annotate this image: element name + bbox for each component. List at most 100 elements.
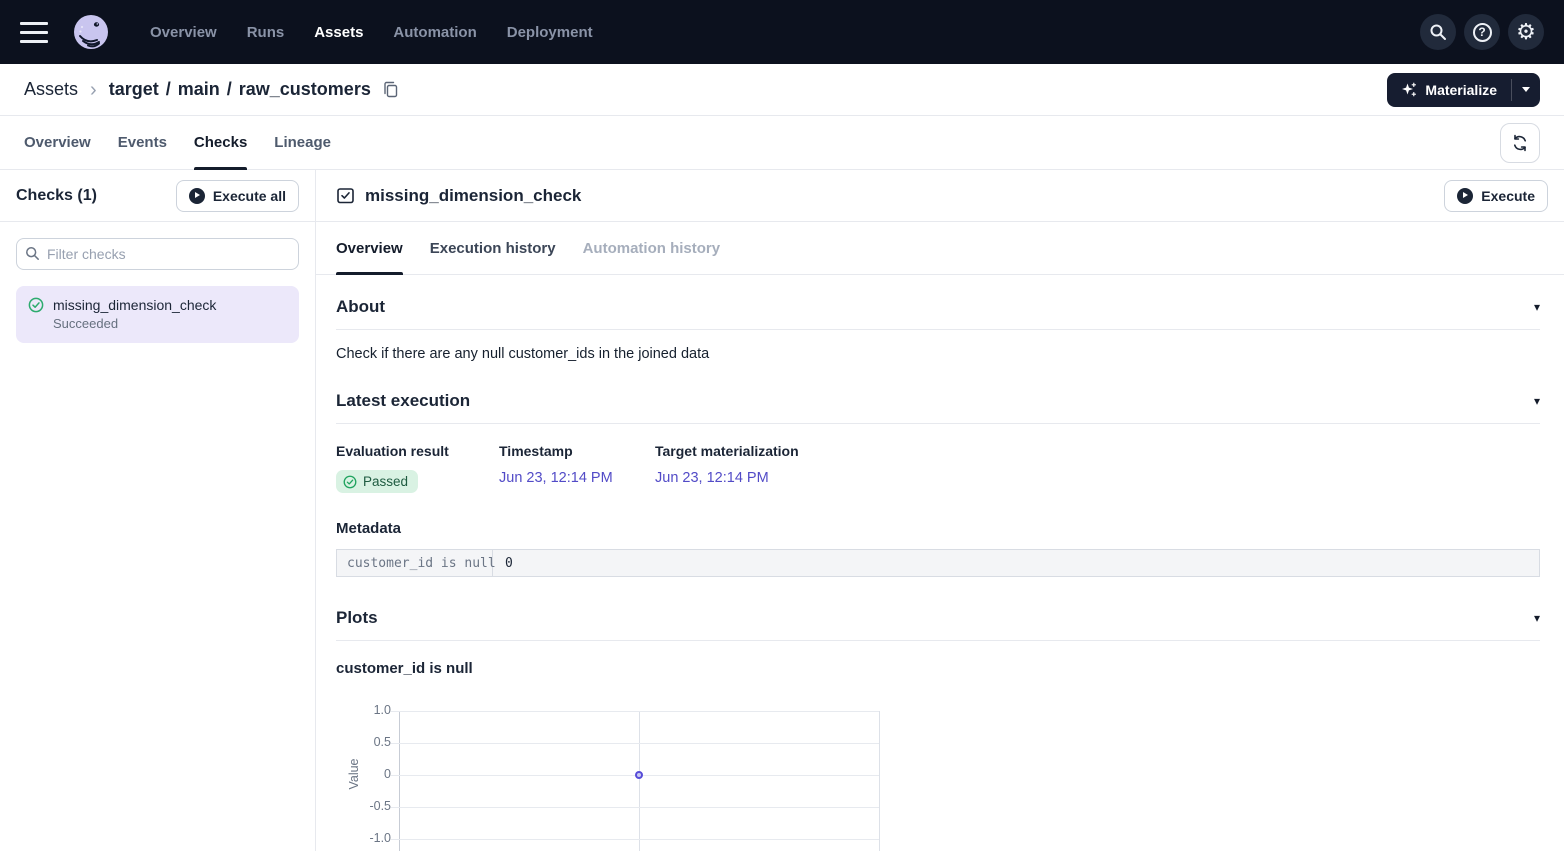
checks-count-title: Checks (1): [16, 187, 97, 205]
latest-execution-section-header: Latest execution ▾: [336, 391, 1540, 424]
gridline-vertical: [879, 711, 880, 851]
breadcrumb-separator: /: [227, 79, 232, 100]
chevron-down-icon: [1522, 87, 1530, 92]
check-success-icon: [343, 475, 357, 489]
execute-label: Execute: [1481, 188, 1535, 204]
copy-button[interactable]: [382, 81, 399, 98]
tab-lineage[interactable]: Lineage: [274, 116, 331, 169]
check-detail-body: About ▾ Check if there are any null cust…: [316, 297, 1564, 851]
collapse-caret-icon[interactable]: ▾: [1534, 395, 1540, 407]
copy-icon: [382, 81, 399, 98]
asset-check-icon: [336, 186, 355, 205]
nav-item-deployment[interactable]: Deployment: [507, 24, 593, 41]
dagster-logo-icon[interactable]: [72, 13, 110, 51]
check-name: missing_dimension_check: [53, 295, 216, 315]
breadcrumb-segment[interactable]: target: [109, 79, 159, 100]
top-nav: Overview Runs Assets Automation Deployme…: [0, 0, 1564, 64]
search-icon: [1429, 23, 1447, 41]
y-tick: 0.5: [336, 735, 391, 749]
checks-sidebar: Checks (1) Execute all: [0, 170, 316, 851]
y-tick: -1.0: [336, 831, 391, 845]
settings-button[interactable]: ⚙: [1508, 14, 1544, 50]
search-icon: [25, 246, 40, 266]
materialize-split-button: Materialize: [1387, 73, 1540, 107]
about-title: About: [336, 297, 385, 317]
subtab-automation-history[interactable]: Automation history: [583, 222, 721, 274]
filter-checks-input[interactable]: [16, 238, 299, 270]
gridline: [391, 711, 879, 712]
y-tick: -0.5: [336, 799, 391, 813]
metadata-key: customer_id is null: [337, 550, 493, 576]
menu-icon[interactable]: [20, 22, 48, 43]
materialize-dropdown-button[interactable]: [1512, 73, 1540, 107]
tab-overview[interactable]: Overview: [24, 116, 91, 169]
top-nav-actions: ? ⚙: [1420, 14, 1544, 50]
checks-sidebar-header: Checks (1) Execute all: [0, 170, 315, 222]
nav-item-overview[interactable]: Overview: [150, 24, 217, 41]
passed-label: Passed: [363, 474, 408, 489]
plots-section-header: Plots ▾: [336, 608, 1540, 641]
about-description: Check if there are any null customer_ids…: [336, 346, 1540, 362]
play-icon: [189, 188, 205, 204]
materialize-label: Materialize: [1425, 82, 1497, 98]
subtab-execution-history[interactable]: Execution history: [430, 222, 556, 274]
filter-checks-wrap: [16, 238, 299, 270]
gridline: [391, 807, 879, 808]
check-status: Succeeded: [53, 315, 216, 334]
gear-icon: ⚙: [1516, 21, 1536, 43]
y-tick: 0: [336, 767, 391, 781]
execute-button[interactable]: Execute: [1444, 180, 1548, 212]
breadcrumb-assets-link[interactable]: Assets: [24, 79, 78, 100]
nav-item-automation[interactable]: Automation: [393, 24, 476, 41]
y-tick: 1.0: [336, 703, 391, 717]
target-materialization-label: Target materialization: [655, 443, 799, 459]
breadcrumb-asset-name: raw_customers: [239, 79, 371, 100]
check-list-item[interactable]: missing_dimension_check Succeeded: [16, 286, 299, 343]
about-section-header: About ▾: [336, 297, 1540, 330]
chevron-right-icon: ›: [90, 80, 97, 100]
check-success-icon: [28, 297, 44, 318]
gridline: [391, 743, 879, 744]
scatter-chart: Value 1.0 0.5 0 -0.5 -1.0 Jun 23, 12:1: [336, 704, 976, 851]
refresh-button[interactable]: [1500, 123, 1540, 163]
nav-item-runs[interactable]: Runs: [247, 24, 285, 41]
search-button[interactable]: [1420, 14, 1456, 50]
timestamp-label: Timestamp: [499, 443, 655, 459]
breadcrumb-row: Assets › target / main / raw_customers M…: [0, 64, 1564, 116]
top-nav-links: Overview Runs Assets Automation Deployme…: [150, 24, 593, 41]
plots-title: Plots: [336, 608, 378, 628]
help-button[interactable]: ?: [1464, 14, 1500, 50]
materialize-button[interactable]: Materialize: [1387, 73, 1511, 107]
execute-all-label: Execute all: [213, 188, 286, 204]
data-point: [635, 771, 643, 779]
latest-execution-title: Latest execution: [336, 391, 470, 411]
check-detail-panel: missing_dimension_check Execute Overview…: [316, 170, 1564, 851]
metadata-title: Metadata: [336, 520, 1540, 537]
metadata-value: 0: [493, 550, 525, 576]
refresh-icon: [1511, 134, 1529, 152]
metadata-table: customer_id is null 0: [336, 549, 1540, 577]
sparkle-icon: [1401, 82, 1417, 98]
evaluation-result-label: Evaluation result: [336, 443, 499, 459]
execute-all-button[interactable]: Execute all: [176, 180, 299, 212]
breadcrumb-separator: /: [166, 79, 171, 100]
tab-checks[interactable]: Checks: [194, 116, 247, 169]
check-detail-header: missing_dimension_check Execute: [316, 170, 1564, 222]
subtab-overview[interactable]: Overview: [336, 222, 403, 274]
tab-events[interactable]: Events: [118, 116, 167, 169]
collapse-caret-icon[interactable]: ▾: [1534, 612, 1540, 624]
plot-chart-title: customer_id is null: [336, 660, 1540, 677]
gridline: [391, 839, 879, 840]
latest-execution-grid: Evaluation result Passed Timestamp J: [336, 443, 1540, 493]
asset-tabs: Overview Events Checks Lineage: [0, 116, 1564, 170]
nav-item-assets[interactable]: Assets: [314, 24, 363, 41]
collapse-caret-icon[interactable]: ▾: [1534, 301, 1540, 313]
target-materialization-link[interactable]: Jun 23, 12:14 PM: [655, 470, 769, 486]
timestamp-link[interactable]: Jun 23, 12:14 PM: [499, 470, 613, 486]
question-icon: ?: [1473, 23, 1492, 42]
breadcrumb-segment[interactable]: main: [178, 79, 220, 100]
check-detail-title: missing_dimension_check: [365, 186, 581, 206]
passed-badge: Passed: [336, 470, 418, 493]
content-area: Checks (1) Execute all: [0, 170, 1564, 851]
plot-area: [399, 711, 879, 839]
